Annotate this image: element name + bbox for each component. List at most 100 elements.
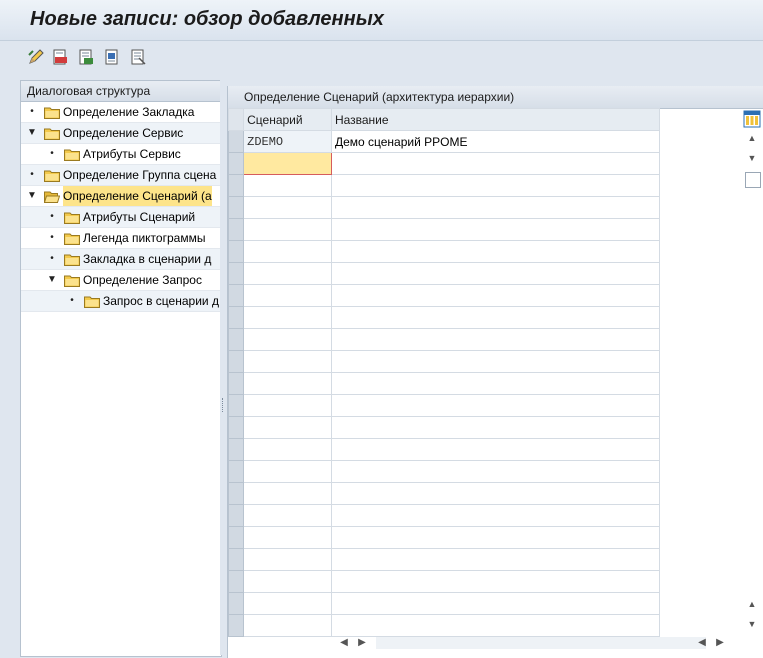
tree-item[interactable]: • Атрибуты Сервис	[21, 144, 221, 165]
tree-item-label[interactable]: Атрибуты Сценарий	[83, 207, 195, 227]
tree-item[interactable]: ▼ Определение Сервис	[21, 123, 221, 144]
horizontal-scrollbar[interactable]: ◀ ▶ ◀ ▶	[336, 634, 724, 652]
scenario-cell[interactable]	[243, 570, 332, 593]
row-selector[interactable]	[227, 460, 245, 483]
scenario-cell[interactable]	[243, 394, 332, 417]
scenario-cell[interactable]	[243, 482, 332, 505]
tree-item[interactable]: ▼ Определение Сценарий (а	[21, 186, 221, 207]
scroll-up-icon[interactable]: ▲	[747, 134, 757, 143]
tree-item-label[interactable]: Определение Группа сцена	[63, 165, 216, 185]
scroll-down-icon[interactable]: ▼	[747, 620, 757, 629]
name-cell[interactable]	[330, 306, 661, 329]
tree-item[interactable]: • Запрос в сценарии д	[21, 291, 221, 312]
tree-item-label[interactable]: Легенда пиктограммы	[83, 228, 205, 248]
tree-item-label[interactable]: Атрибуты Сервис	[83, 144, 181, 164]
row-selector[interactable]	[227, 130, 245, 153]
column-header-scenario[interactable]: Сценарий	[243, 108, 332, 131]
scenario-cell[interactable]	[243, 372, 332, 395]
scenario-cell[interactable]	[243, 460, 332, 483]
vertical-scroll-thumb[interactable]	[745, 172, 761, 188]
scroll-right-icon[interactable]: ▶	[714, 636, 726, 650]
scenario-cell[interactable]	[243, 174, 332, 197]
name-cell[interactable]	[330, 350, 661, 373]
scenario-cell[interactable]	[243, 196, 332, 219]
select-all-cell[interactable]	[227, 108, 245, 131]
name-cell[interactable]	[330, 152, 661, 175]
row-selector[interactable]	[227, 504, 245, 527]
scenario-cell[interactable]	[243, 526, 332, 549]
name-cell[interactable]	[330, 174, 661, 197]
tree-item-label[interactable]: Запрос в сценарии д	[103, 291, 219, 311]
scroll-up-bottom-icon[interactable]: ▲	[747, 600, 757, 609]
row-selector[interactable]	[227, 416, 245, 439]
row-selector[interactable]	[227, 482, 245, 505]
tree-item-label[interactable]: Определение Запрос	[83, 270, 202, 290]
copy-icon[interactable]	[78, 49, 94, 65]
scroll-right-small-icon[interactable]: ▶	[356, 636, 368, 650]
scenario-cell[interactable]	[243, 218, 332, 241]
name-cell[interactable]	[330, 592, 661, 615]
delete-icon[interactable]	[52, 49, 68, 65]
select-block-icon[interactable]	[104, 49, 120, 65]
name-cell[interactable]	[330, 262, 661, 285]
name-cell[interactable]	[330, 570, 661, 593]
expand-arrow-icon[interactable]: ▼	[47, 270, 57, 290]
name-cell[interactable]	[330, 526, 661, 549]
row-selector[interactable]	[227, 262, 245, 285]
tree-item[interactable]: • Атрибуты Сценарий	[21, 207, 221, 228]
row-selector[interactable]	[227, 152, 245, 175]
tree-item-label[interactable]: Определение Сценарий (а	[63, 186, 212, 206]
tree-item[interactable]: ▼ Определение Запрос	[21, 270, 221, 291]
panel-splitter[interactable]	[220, 80, 227, 655]
scenario-cell[interactable]	[243, 614, 332, 637]
row-selector[interactable]	[227, 240, 245, 263]
tree-item-label[interactable]: Закладка в сценарии д	[83, 249, 211, 269]
tree-item[interactable]: • Определение Группа сцена	[21, 165, 221, 186]
scenario-cell[interactable]	[243, 504, 332, 527]
name-cell[interactable]	[330, 328, 661, 351]
scroll-left-end-icon[interactable]: ◀	[696, 636, 708, 650]
column-settings-icon[interactable]	[743, 110, 761, 128]
tree-item[interactable]: • Закладка в сценарии д	[21, 249, 221, 270]
tree-item-label[interactable]: Определение Закладка	[63, 102, 194, 122]
name-cell[interactable]	[330, 394, 661, 417]
expand-arrow-icon[interactable]: ▼	[27, 186, 37, 206]
scenario-cell[interactable]	[243, 152, 332, 175]
name-cell[interactable]	[330, 438, 661, 461]
name-cell[interactable]	[330, 240, 661, 263]
scenario-cell[interactable]	[243, 262, 332, 285]
row-selector[interactable]	[227, 218, 245, 241]
name-cell[interactable]	[330, 372, 661, 395]
name-cell[interactable]	[330, 482, 661, 505]
scenario-cell[interactable]: ZDEMO	[243, 130, 332, 153]
name-cell[interactable]: Демо сценарий PPOME	[330, 130, 661, 153]
row-selector[interactable]	[227, 592, 245, 615]
tree-item[interactable]: • Определение Закладка	[21, 102, 221, 123]
name-cell[interactable]	[330, 218, 661, 241]
name-cell[interactable]	[330, 196, 661, 219]
tree-item-label[interactable]: Определение Сервис	[63, 123, 183, 143]
scenario-cell[interactable]	[243, 240, 332, 263]
name-cell[interactable]	[330, 416, 661, 439]
name-cell[interactable]	[330, 548, 661, 571]
column-header-name[interactable]: Название	[330, 108, 661, 131]
deselect-icon[interactable]	[130, 49, 146, 65]
scenario-cell[interactable]	[243, 306, 332, 329]
row-selector[interactable]	[227, 306, 245, 329]
horizontal-scroll-track[interactable]	[376, 637, 706, 649]
expand-arrow-icon[interactable]: ▼	[27, 123, 37, 143]
scenario-cell[interactable]	[243, 328, 332, 351]
scenario-cell[interactable]	[243, 548, 332, 571]
splitter-grip-icon[interactable]	[222, 398, 225, 412]
scenario-cell[interactable]	[243, 416, 332, 439]
scenario-cell[interactable]	[243, 592, 332, 615]
name-cell[interactable]	[330, 504, 661, 527]
row-selector[interactable]	[227, 328, 245, 351]
row-selector[interactable]	[227, 372, 245, 395]
row-selector[interactable]	[227, 284, 245, 307]
row-selector[interactable]	[227, 196, 245, 219]
scenario-cell[interactable]	[243, 438, 332, 461]
row-selector[interactable]	[227, 548, 245, 571]
row-selector[interactable]	[227, 438, 245, 461]
row-selector[interactable]	[227, 350, 245, 373]
